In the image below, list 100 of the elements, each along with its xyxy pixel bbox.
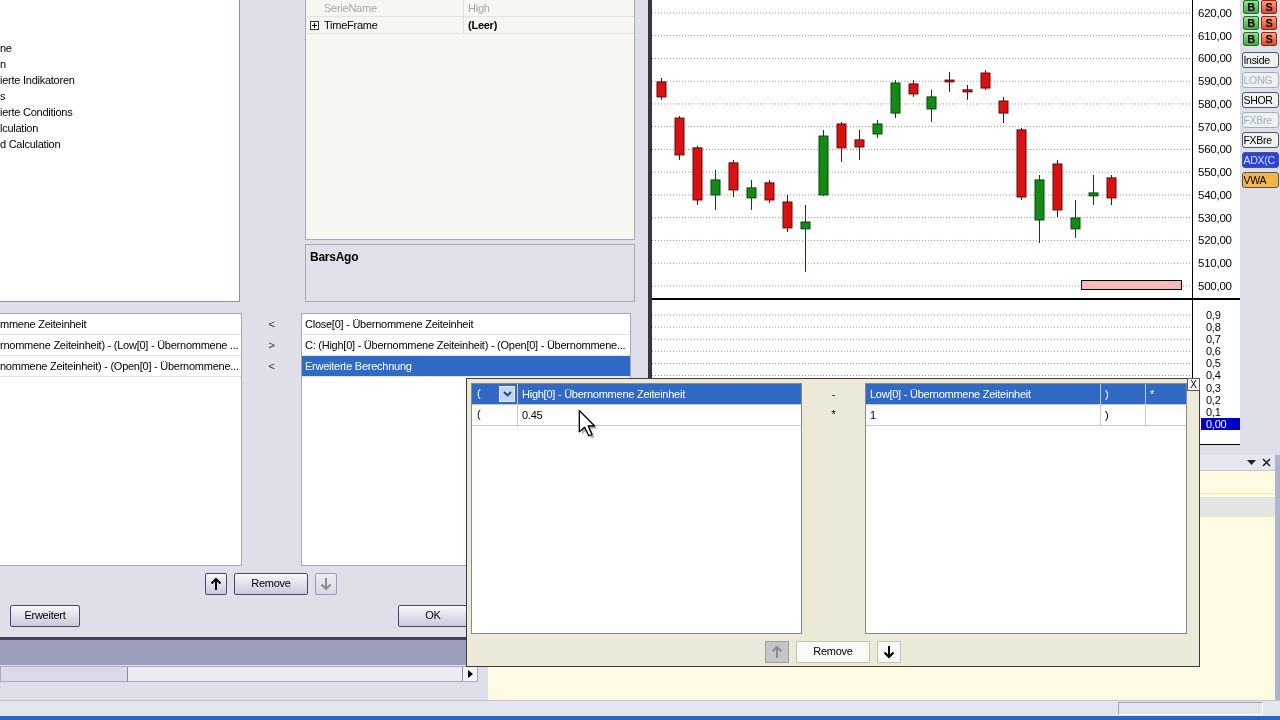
operand-text: 0.45	[522, 409, 543, 421]
current-value-label: 0,00	[1201, 417, 1240, 430]
candle	[926, 89, 937, 123]
price-label: 610,00	[1198, 28, 1232, 44]
dropdown-button[interactable]	[499, 386, 515, 402]
ok-button[interactable]: OK	[398, 605, 468, 627]
indicator-label: 0,6	[1206, 345, 1221, 358]
candle	[728, 159, 739, 198]
transfer-arrow[interactable]: >	[266, 335, 277, 356]
indicator-label: 0,8	[1206, 321, 1221, 334]
price-label: 580,00	[1198, 96, 1232, 112]
move-down-button[interactable]	[877, 641, 901, 663]
strategy-button[interactable]: VWA	[1241, 172, 1279, 188]
strategy-button[interactable]: ADX(C	[1241, 152, 1279, 168]
list-item[interactable]: Close[0] - Übernommene Zeiteinheit	[302, 314, 630, 335]
candle	[692, 145, 703, 206]
sell-button[interactable]: S	[1261, 0, 1277, 14]
candle	[710, 169, 721, 211]
candle	[782, 194, 793, 233]
candle	[1088, 174, 1099, 206]
candle	[818, 129, 829, 197]
candle	[872, 119, 883, 139]
price-label: 520,00	[1198, 233, 1232, 249]
buy-button[interactable]: B	[1243, 32, 1259, 46]
sell-button[interactable]: S	[1261, 16, 1277, 30]
list-item[interactable]: rnommene Zeiteinheit) - (Low[0] - Übernommene ...	[0, 335, 241, 356]
strategy-button[interactable]: SHOR	[1241, 92, 1279, 108]
advanced-button[interactable]: Erweitert	[10, 605, 80, 627]
scrollbar-thumb[interactable]	[1, 667, 128, 681]
transfer-arrow[interactable]: <	[266, 356, 277, 377]
bracket-label: )	[1105, 409, 1109, 421]
candle	[800, 204, 811, 273]
price-label: 510,00	[1198, 256, 1232, 272]
remove-button[interactable]: Remove	[234, 573, 308, 595]
price-label: 570,00	[1198, 119, 1232, 135]
sell-button[interactable]: S	[1261, 32, 1277, 46]
tree-item[interactable]: n	[0, 56, 6, 72]
indicator-label: 0,4	[1206, 369, 1221, 382]
horizontal-scrollbar[interactable]	[0, 666, 478, 682]
tree-item[interactable]: d Calculation	[0, 136, 61, 152]
candle	[1106, 174, 1117, 206]
strategy-button[interactable]: FXBre	[1241, 132, 1279, 148]
remove-button[interactable]: Remove	[796, 641, 870, 663]
bracket-label: (	[477, 387, 481, 401]
property-value[interactable]: (Leer)	[464, 17, 498, 33]
up-arrow-icon	[771, 645, 783, 659]
candle	[944, 71, 955, 93]
tree-item[interactable]: lculation	[0, 120, 39, 136]
price-label: 540,00	[1198, 187, 1232, 203]
indicator-label: 0,7	[1206, 333, 1221, 346]
list-item[interactable]: Erweiterte Berechnung	[302, 356, 630, 377]
operand-text: Low[0] - Übernommene Zeiteinheit	[870, 388, 1031, 400]
chevron-down-icon	[502, 391, 512, 397]
price-label: 500,00	[1198, 278, 1232, 294]
table-row[interactable]: 1 )	[866, 405, 1186, 426]
price-label: 620,00	[1198, 5, 1232, 21]
indicator-label: 0,9	[1206, 309, 1221, 322]
price-label: 590,00	[1198, 74, 1232, 90]
candle	[836, 121, 847, 163]
price-label: 560,00	[1198, 142, 1232, 158]
price-label: 600,00	[1198, 51, 1232, 67]
property-name[interactable]: TimeFrame	[323, 17, 464, 33]
scroll-right-button[interactable]	[462, 667, 477, 681]
candle	[890, 79, 901, 119]
move-up-button[interactable]	[205, 573, 227, 595]
transfer-arrow[interactable]: <	[266, 314, 277, 335]
close-button[interactable]: X	[1187, 378, 1200, 391]
buy-button[interactable]: B	[1243, 16, 1259, 30]
candle	[764, 179, 775, 204]
down-arrow-icon	[320, 577, 332, 591]
buy-button[interactable]: B	[1243, 0, 1259, 14]
indicator-label: 0,5	[1206, 357, 1221, 370]
price-label: 530,00	[1198, 210, 1232, 226]
table-row[interactable]: ( High[0] - Übernommene Zeiteinheit	[472, 384, 801, 405]
mouse-cursor-icon	[578, 409, 598, 440]
up-arrow-icon	[210, 577, 222, 591]
candle	[656, 77, 667, 101]
candle	[854, 129, 865, 161]
operand-text: High[0] - Übernommene Zeiteinheit	[522, 388, 685, 400]
table-row[interactable]: Low[0] - Übernommene Zeiteinheit ) *	[866, 384, 1186, 405]
tree-item[interactable]: ierte Conditions	[0, 104, 73, 120]
candle	[980, 69, 991, 91]
description-title: BarsAgo	[310, 250, 359, 264]
tree-item[interactable]: ne	[0, 40, 12, 56]
tree-item[interactable]: s	[0, 88, 6, 104]
operator-label: -	[831, 387, 836, 402]
operator-label: *	[1150, 388, 1155, 400]
bracket-label: )	[1105, 388, 1109, 400]
candle	[962, 84, 973, 101]
list-item[interactable]: nommene Zeiteinheit) - (Open[0] - Übernommene...	[0, 356, 241, 377]
indicator-label: 0,1	[1206, 405, 1221, 418]
list-item[interactable]: mmene Zeiteinheit	[0, 314, 241, 335]
candle	[998, 96, 1009, 124]
candle	[1052, 159, 1063, 218]
strategy-button[interactable]: Inside	[1241, 52, 1279, 68]
candle	[908, 79, 919, 98]
candle	[1070, 199, 1081, 239]
tree-item[interactable]: ierte Indikatoren	[0, 72, 75, 88]
right-triangle-icon	[467, 670, 473, 678]
price-label: 550,00	[1198, 165, 1232, 181]
